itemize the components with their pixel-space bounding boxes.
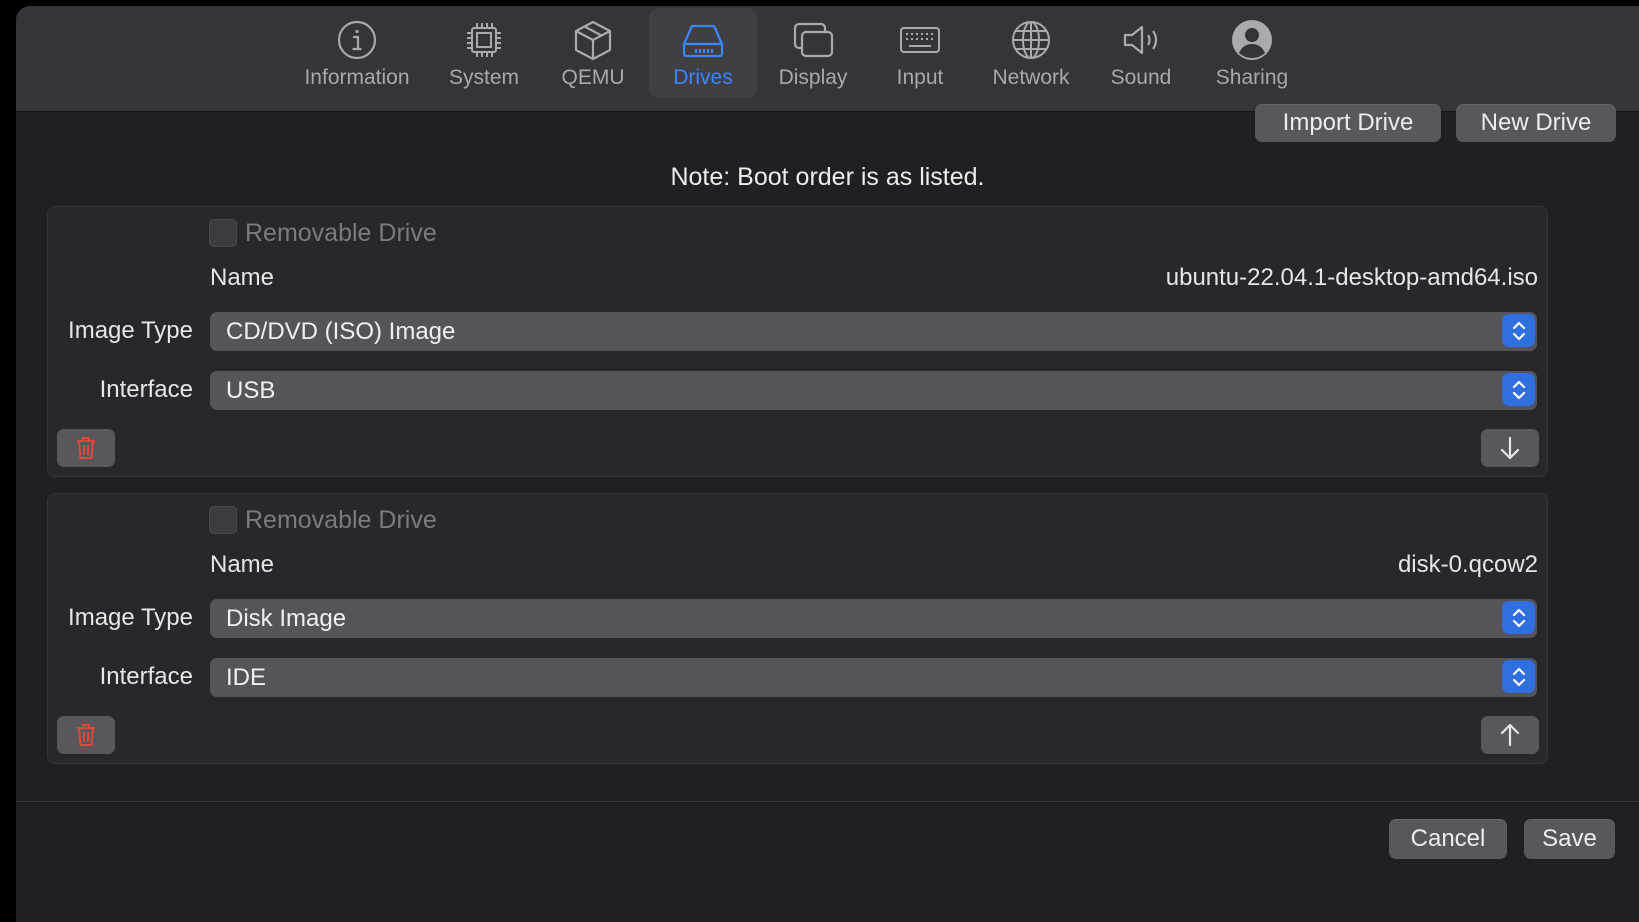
tab-sharing[interactable]: Sharing [1202, 8, 1302, 98]
tab-label: Drives [673, 66, 733, 89]
tab-label: Display [778, 66, 848, 89]
drive-name-value: ubuntu-22.04.1-desktop-amd64.iso [1165, 264, 1538, 291]
move-drive-down-button[interactable] [1481, 429, 1539, 467]
tab-sound[interactable]: Sound [1099, 8, 1183, 98]
tab-display[interactable]: Display [768, 8, 858, 98]
interface-select[interactable]: IDE [210, 658, 1537, 697]
interface-value: USB [226, 377, 276, 404]
chevron-up-down-icon [1502, 660, 1535, 693]
tab-drives[interactable]: Drives [649, 8, 757, 98]
delete-drive-button[interactable] [57, 716, 115, 754]
new-drive-button[interactable]: New Drive [1456, 104, 1616, 142]
image-type-select[interactable]: Disk Image [210, 599, 1537, 638]
tab-network[interactable]: Network [979, 8, 1083, 98]
boot-order-note: Note: Boot order is as listed. [670, 163, 985, 191]
removable-drive-label: Removable Drive [245, 219, 437, 247]
person-icon [1230, 18, 1274, 62]
toolbar: Information System QEMU Drives Display I… [16, 6, 1639, 112]
tab-label: QEMU [561, 66, 625, 89]
image-type-label: Image Type [68, 317, 193, 344]
info-icon [335, 18, 379, 62]
speaker-icon [1119, 18, 1163, 62]
tab-input[interactable]: Input [878, 8, 962, 98]
trash-icon [77, 724, 95, 746]
tab-system[interactable]: System [439, 8, 529, 98]
removable-drive-checkbox[interactable] [209, 506, 237, 534]
import-drive-button[interactable]: Import Drive [1255, 104, 1441, 142]
interface-label: Interface [99, 663, 193, 690]
tab-qemu[interactable]: QEMU [551, 8, 635, 98]
settings-window: Information System QEMU Drives Display I… [16, 6, 1639, 922]
globe-icon [1009, 18, 1053, 62]
removable-drive-checkbox[interactable] [209, 219, 237, 247]
name-label: Name [210, 551, 275, 578]
drive-panel: Removable Drive Name disk-0.qcow2 Image … [47, 493, 1548, 764]
removable-drive-label: Removable Drive [245, 506, 437, 534]
interface-value: IDE [226, 664, 267, 691]
image-type-label: Image Type [68, 604, 193, 631]
display-icon [791, 18, 835, 62]
cube-icon [571, 18, 615, 62]
move-drive-up-button[interactable] [1481, 716, 1539, 754]
chevron-up-down-icon [1502, 373, 1535, 406]
chevron-up-down-icon [1502, 601, 1535, 634]
drive-panel: Removable Drive Name ubuntu-22.04.1-desk… [47, 206, 1548, 477]
tab-information[interactable]: Information [291, 8, 423, 98]
interface-select[interactable]: USB [210, 371, 1537, 410]
tab-label: Network [992, 66, 1070, 89]
arrow-up-icon [1500, 723, 1520, 747]
tab-label: Sharing [1215, 66, 1289, 89]
tab-label: Sound [1110, 66, 1172, 89]
keyboard-icon [898, 18, 942, 62]
drive-name-value: disk-0.qcow2 [1397, 551, 1538, 578]
interface-label: Interface [99, 376, 193, 403]
cancel-button[interactable]: Cancel [1389, 819, 1507, 859]
cpu-chip-icon [462, 18, 506, 62]
trash-icon [77, 437, 95, 459]
footer-divider [16, 801, 1639, 802]
delete-drive-button[interactable] [57, 429, 115, 467]
tab-label: System [448, 66, 519, 89]
name-label: Name [210, 264, 275, 291]
arrow-down-icon [1500, 436, 1520, 460]
tab-label: Input [896, 66, 944, 89]
image-type-value: Disk Image [226, 605, 347, 632]
image-type-value: CD/DVD (ISO) Image [226, 318, 456, 345]
image-type-select[interactable]: CD/DVD (ISO) Image [210, 312, 1537, 351]
tab-label: Information [304, 66, 410, 89]
drive-icon [681, 18, 725, 62]
save-button[interactable]: Save [1524, 819, 1615, 859]
chevron-up-down-icon [1502, 314, 1535, 347]
